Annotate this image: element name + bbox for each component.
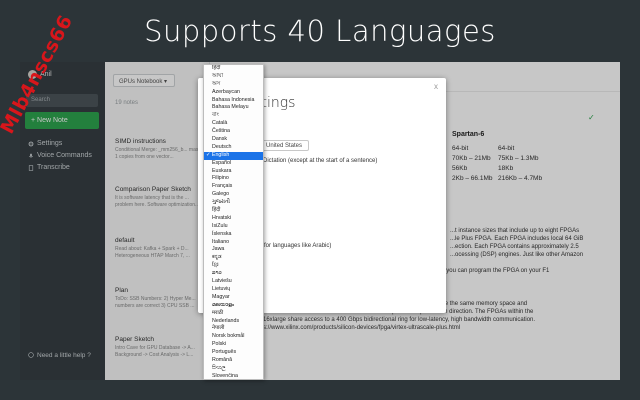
region-select[interactable]: United States bbox=[262, 140, 309, 151]
language-option[interactable]: Dansk bbox=[204, 136, 263, 144]
language-option[interactable]: Slovenčina bbox=[204, 373, 263, 379]
language-option[interactable]: हिंदी bbox=[204, 65, 263, 73]
rtl-option-label: (for languages like Arabic) bbox=[262, 243, 332, 249]
language-option[interactable]: Bahasa Indonesia bbox=[204, 97, 263, 105]
language-option[interactable]: Lietuvių bbox=[204, 286, 263, 294]
language-option[interactable]: मराठी bbox=[204, 310, 263, 318]
language-option[interactable]: Latviešu bbox=[204, 278, 263, 286]
language-option[interactable]: ✓ English bbox=[204, 151, 263, 160]
language-option[interactable]: Hrvatski bbox=[204, 215, 263, 223]
close-icon[interactable]: x bbox=[434, 82, 438, 91]
language-option[interactable]: Português bbox=[204, 349, 263, 357]
language-label: English bbox=[211, 151, 230, 158]
language-option[interactable]: Filipino bbox=[204, 175, 263, 183]
language-option[interactable]: Polski bbox=[204, 341, 263, 349]
language-option[interactable]: Deutsch bbox=[204, 144, 263, 152]
language-option[interactable]: আঘা bbox=[204, 73, 263, 81]
language-option[interactable]: ខ្មែរ bbox=[204, 262, 263, 270]
language-option[interactable]: മലയാളം bbox=[204, 302, 263, 310]
language-option[interactable]: ગુજરાતી bbox=[204, 199, 263, 207]
language-option[interactable]: Bahasa Melayu bbox=[204, 104, 263, 112]
language-option[interactable]: অস bbox=[204, 81, 263, 89]
language-option[interactable]: Română bbox=[204, 357, 263, 365]
banner-title: Supports 40 Languages bbox=[144, 14, 496, 48]
language-option[interactable]: Magyar bbox=[204, 294, 263, 302]
language-option[interactable]: Español bbox=[204, 160, 263, 168]
language-option[interactable]: Euskara bbox=[204, 168, 263, 176]
language-option[interactable]: Norsk bokmål bbox=[204, 333, 263, 341]
language-option[interactable]: Jawa bbox=[204, 246, 263, 254]
language-option[interactable]: Català bbox=[204, 120, 263, 128]
language-option[interactable]: Italiano bbox=[204, 239, 263, 247]
dictation-option-label: n Dictation (except at the start of a se… bbox=[258, 158, 378, 164]
language-option[interactable]: ລາວ bbox=[204, 270, 263, 278]
language-option[interactable]: සිංහල bbox=[204, 365, 263, 373]
language-option[interactable]: Íslenska bbox=[204, 231, 263, 239]
language-option[interactable]: Français bbox=[204, 183, 263, 191]
language-option[interactable]: Azerbaycan bbox=[204, 89, 263, 97]
language-option[interactable]: বাং bbox=[204, 112, 263, 120]
language-option[interactable]: Čeština bbox=[204, 128, 263, 136]
language-option[interactable]: हिंदी bbox=[204, 207, 263, 215]
watermark-text: Mlb4nscs66 bbox=[0, 11, 78, 138]
language-dropdown-list[interactable]: हिंदी আঘা অস Azerbaycan Bahasa Indonesia Baha… bbox=[203, 64, 264, 380]
language-option[interactable]: IsiZulu bbox=[204, 223, 263, 231]
language-option[interactable]: Galego bbox=[204, 191, 263, 199]
